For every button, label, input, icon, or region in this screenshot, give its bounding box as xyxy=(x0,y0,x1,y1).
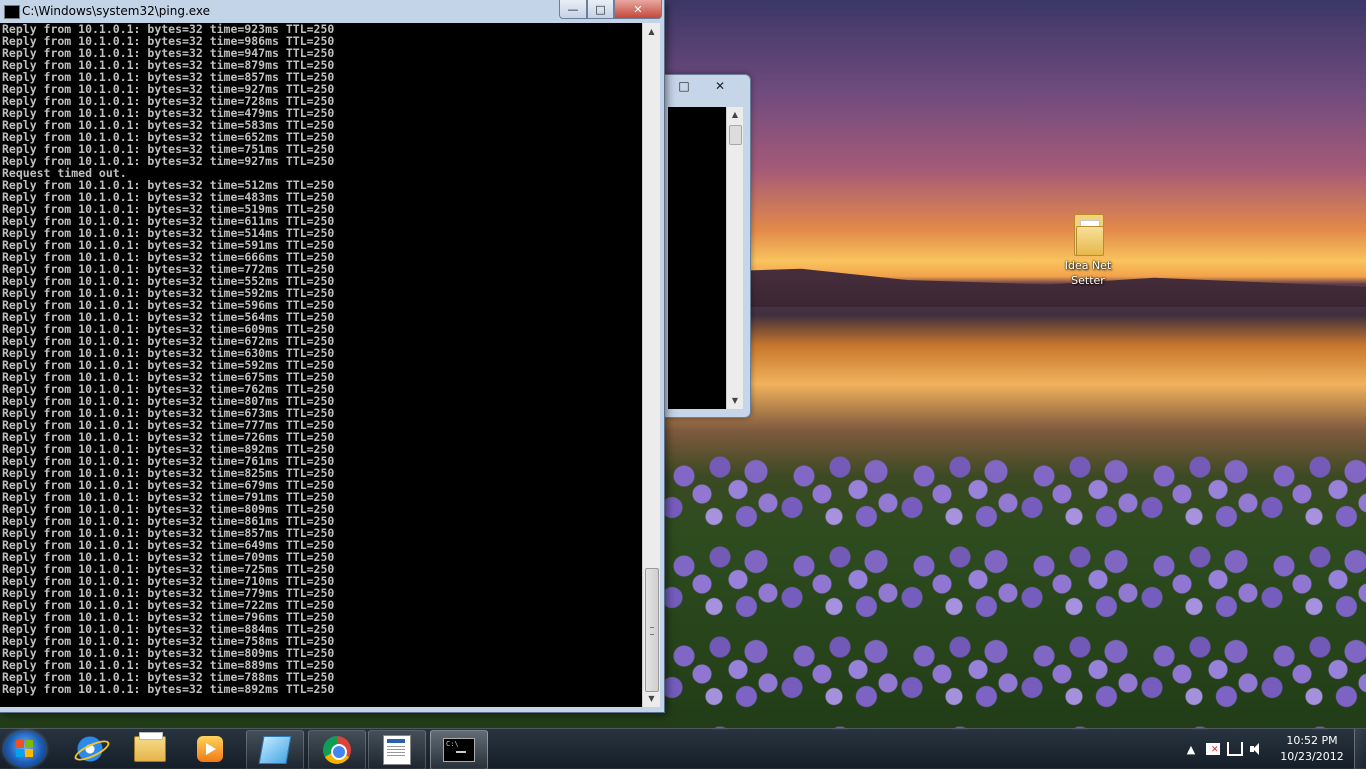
wallpaper-hills xyxy=(660,268,1366,307)
taskbar-item-internet-explorer[interactable] xyxy=(62,730,118,768)
vertical-scrollbar[interactable]: ▲ ▼ xyxy=(642,23,660,707)
console-output xyxy=(668,107,726,409)
scroll-thumb[interactable] xyxy=(645,568,659,692)
taskbar-item-media-player[interactable] xyxy=(182,730,238,768)
volume-icon[interactable] xyxy=(1249,741,1265,757)
folder-icon xyxy=(1070,212,1106,256)
maximize-button[interactable]: □ xyxy=(587,0,614,19)
notes-icon xyxy=(258,736,292,764)
taskbar-item-windows-explorer[interactable] xyxy=(122,730,178,768)
scroll-up-icon[interactable]: ▲ xyxy=(643,23,660,40)
ping-console-window[interactable]: C:\Windows\system32\ping.exe — □ ✕ Reply… xyxy=(0,0,665,713)
console-output[interactable]: Reply from 10.1.0.1: bytes=32 time=923ms… xyxy=(0,23,642,707)
clock[interactable]: 10:52 PM 10/23/2012 xyxy=(1278,733,1346,765)
network-icon[interactable] xyxy=(1227,741,1243,757)
taskbar-item-command-prompt[interactable] xyxy=(430,730,488,770)
scroll-up-icon[interactable]: ▲ xyxy=(727,107,743,123)
cmd-icon xyxy=(443,738,475,762)
taskbar-item-document[interactable] xyxy=(368,730,426,770)
desktop-icon-label: Idea Net Setter xyxy=(1064,259,1112,287)
wallpaper-flowers xyxy=(660,440,1366,730)
system-tray: ▲ xyxy=(1180,729,1268,769)
clock-date: 10/23/2012 xyxy=(1280,750,1344,763)
vertical-scrollbar[interactable]: ▲ ▼ xyxy=(726,107,743,409)
scroll-down-icon[interactable]: ▼ xyxy=(643,690,660,707)
document-icon xyxy=(383,735,411,765)
windows-logo-icon xyxy=(16,740,34,758)
scroll-down-icon[interactable]: ▼ xyxy=(727,393,743,409)
scroll-thumb[interactable] xyxy=(729,125,742,145)
action-center-flag-icon[interactable] xyxy=(1205,741,1221,757)
taskbar-item-notes[interactable] xyxy=(246,730,304,770)
clock-time: 10:52 PM xyxy=(1286,734,1338,747)
show-hidden-icons-button[interactable]: ▲ xyxy=(1183,741,1199,757)
taskbar-item-chrome[interactable] xyxy=(308,730,366,770)
media-icon xyxy=(197,736,223,762)
minimize-button[interactable]: — xyxy=(559,0,587,19)
chrome-icon xyxy=(323,736,351,764)
folder-icon xyxy=(134,732,166,762)
close-button[interactable]: ✕ xyxy=(614,0,662,19)
close-button[interactable]: ✕ xyxy=(702,77,738,95)
background-console-window[interactable]: □ ✕ ▲ ▼ xyxy=(662,74,751,418)
ie-icon xyxy=(77,736,103,762)
console-text: Reply from 10.1.0.1: bytes=32 time=923ms… xyxy=(0,23,642,695)
console-line: Reply from 10.1.0.1: bytes=32 time=892ms… xyxy=(2,682,335,696)
maximize-button[interactable]: □ xyxy=(666,77,702,95)
window-title: C:\Windows\system32\ping.exe xyxy=(22,4,211,18)
start-button[interactable] xyxy=(4,731,46,767)
show-desktop-button[interactable] xyxy=(1354,729,1366,769)
console-app-icon xyxy=(4,5,20,19)
title-bar[interactable]: C:\Windows\system32\ping.exe — □ ✕ xyxy=(0,0,664,22)
taskbar: ▲ 10:52 PM 10/23/2012 xyxy=(0,728,1366,770)
desktop-icon-idea-net-setter[interactable]: Idea Net Setter xyxy=(1058,212,1118,288)
